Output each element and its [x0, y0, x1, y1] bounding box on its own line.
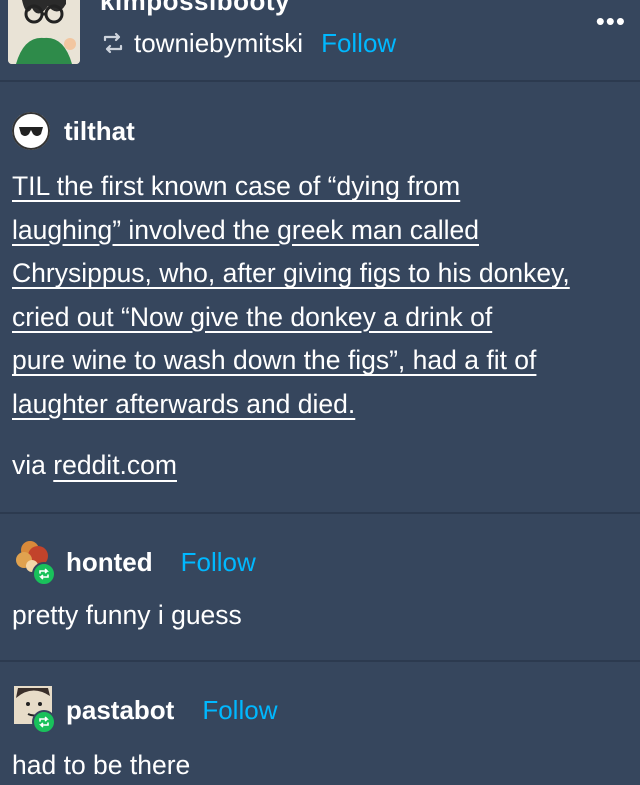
blog-title[interactable]: kimpossibooty	[100, 0, 290, 17]
reply-text: had to be there	[12, 750, 191, 780]
source-attribution: via reddit.com	[12, 450, 177, 481]
source-link[interactable]: reddit.com	[53, 450, 177, 480]
more-options-icon[interactable]: •••	[596, 8, 626, 34]
divider	[0, 660, 640, 662]
reblog-icon	[39, 568, 49, 580]
post-line[interactable]: Chrysippus, who, after giving figs to hi…	[12, 258, 570, 288]
avatar[interactable]	[12, 536, 64, 588]
reblog-header: kimpossibooty towniebymitski Follow •••	[0, 0, 640, 82]
blog-avatar[interactable]	[8, 0, 80, 64]
reblog-badge	[32, 562, 56, 586]
via-label: via	[12, 450, 46, 480]
follow-button[interactable]: Follow	[321, 28, 396, 59]
post-author-username[interactable]: tilthat	[64, 116, 135, 147]
reblog-source: towniebymitski Follow	[100, 26, 396, 60]
post-line[interactable]: laughter afterwards and died.	[12, 389, 355, 419]
follow-button[interactable]: Follow	[202, 695, 277, 726]
post-line[interactable]: cried out “Now give the donkey a drink o…	[12, 302, 492, 332]
follow-button[interactable]: Follow	[181, 547, 256, 578]
post-line[interactable]: laughing” involved the greek man called	[12, 215, 479, 245]
reblog-badge	[32, 710, 56, 734]
divider	[0, 80, 640, 82]
reply-username[interactable]: honted	[66, 547, 153, 578]
post-author: tilthat	[12, 112, 135, 150]
reblog-icon	[39, 716, 49, 728]
post-line[interactable]: pure wine to wash down the figs”, had a …	[12, 345, 536, 375]
post-line[interactable]: TIL the first known case of “dying from	[12, 171, 460, 201]
reply-author: pastabot Follow	[12, 684, 277, 736]
reply-author: honted Follow	[12, 536, 256, 588]
reply-text: pretty funny i guess	[12, 600, 242, 630]
post-body: TIL the first known case of “dying from …	[12, 165, 637, 426]
reply-username[interactable]: pastabot	[66, 695, 174, 726]
reblog-icon	[103, 32, 123, 54]
reblogged-from-username[interactable]: towniebymitski	[134, 28, 303, 59]
divider	[0, 512, 640, 514]
tilthat-avatar[interactable]	[12, 112, 50, 150]
avatar[interactable]	[12, 684, 64, 736]
